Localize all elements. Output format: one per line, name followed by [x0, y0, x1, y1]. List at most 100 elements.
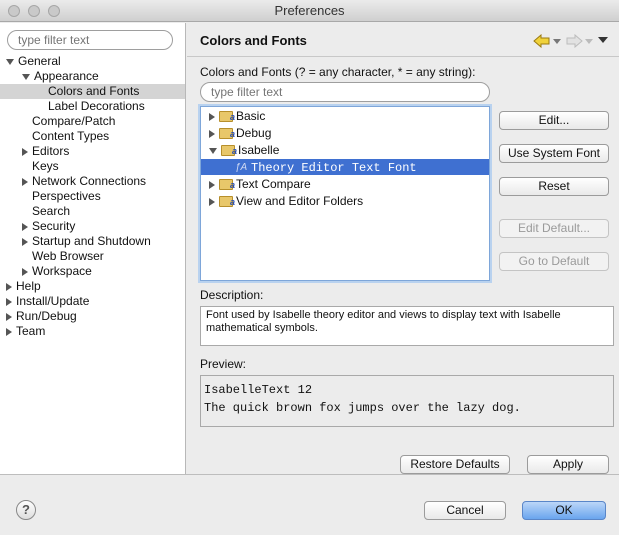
- sidebar-item-label: Run/Debug: [16, 309, 77, 323]
- zoom-window-button[interactable]: [48, 5, 60, 17]
- forward-dropdown-icon[interactable]: [585, 39, 593, 45]
- collapsed-triangle-icon[interactable]: [209, 129, 215, 138]
- font-tree-item-label: View and Editor Folders: [236, 194, 364, 208]
- font-preview: IsabelleText 12 The quick brown fox jump…: [200, 375, 614, 427]
- sidebar-item-compare-patch[interactable]: Compare/Patch: [0, 114, 185, 129]
- view-menu-chevron-down-icon[interactable]: [598, 37, 608, 44]
- sidebar-item-label: Compare/Patch: [32, 114, 116, 128]
- sidebar-filter-input[interactable]: [7, 30, 173, 50]
- font-tree-item-text-compare[interactable]: Text Compare: [201, 176, 489, 193]
- sidebar-item-label: Keys: [32, 159, 59, 173]
- sidebar-item-editors[interactable]: Editors: [0, 144, 185, 159]
- font-tree-item-isabelle[interactable]: Isabelle: [201, 142, 489, 159]
- preview-line: The quick brown fox jumps over the lazy …: [204, 401, 521, 415]
- collapsed-triangle-icon[interactable]: [22, 222, 28, 231]
- sidebar-item-workspace[interactable]: Workspace: [0, 264, 185, 279]
- sidebar-item-web-browser[interactable]: Web Browser: [0, 249, 185, 264]
- window-title: Preferences: [274, 3, 345, 18]
- collapsed-triangle-icon[interactable]: [22, 237, 28, 246]
- title-bar: Preferences: [0, 0, 619, 22]
- apply-button[interactable]: Apply: [527, 455, 609, 474]
- preference-sidebar: GeneralAppearanceColors and FontsLabel D…: [0, 23, 186, 474]
- collapsed-triangle-icon[interactable]: [22, 147, 28, 156]
- font-tree-item-label: Isabelle: [238, 143, 280, 157]
- font-folder-icon: [219, 126, 235, 142]
- font-tree-item-view-and-editor-folders[interactable]: View and Editor Folders: [201, 193, 489, 210]
- forward-arrow-icon[interactable]: [565, 34, 583, 48]
- collapsed-triangle-icon[interactable]: [209, 180, 215, 189]
- font-folder-icon: [221, 143, 237, 159]
- sidebar-item-label: Content Types: [32, 129, 110, 143]
- font-folder-icon: [219, 109, 235, 125]
- sidebar-item-label: Appearance: [34, 69, 99, 83]
- sidebar-item-run-debug[interactable]: Run/Debug: [0, 309, 185, 324]
- expanded-triangle-icon[interactable]: [22, 73, 30, 80]
- sidebar-item-label: Workspace: [32, 264, 92, 278]
- sidebar-item-label: Security: [32, 219, 76, 233]
- sidebar-item-search[interactable]: Search: [0, 204, 185, 219]
- sidebar-item-team[interactable]: Team: [0, 324, 185, 339]
- collapsed-triangle-icon[interactable]: [6, 297, 12, 306]
- sidebar-item-label: Team: [16, 324, 46, 338]
- sidebar-item-label: Perspectives: [32, 189, 101, 203]
- sidebar-item-startup-and-shutdown[interactable]: Startup and Shutdown: [0, 234, 185, 249]
- sidebar-item-label: Label Decorations: [48, 99, 145, 113]
- sidebar-item-security[interactable]: Security: [0, 219, 185, 234]
- collapsed-triangle-icon[interactable]: [22, 267, 28, 276]
- font-filter-label: Colors and Fonts (? = any character, * =…: [200, 65, 476, 79]
- edit-default-button[interactable]: Edit Default...: [499, 219, 609, 238]
- preference-page: Colors and Fonts Colors and Fonts (? = a…: [187, 23, 619, 474]
- font-tree[interactable]: Basic Debug Isabelle ƒATheory Editor Text F…: [200, 106, 490, 281]
- font-tree-item-theory-editor-text-font[interactable]: ƒA Theory Editor Text Font: [201, 159, 489, 175]
- font-tree-item-basic[interactable]: Basic: [201, 108, 489, 125]
- font-folder-icon: [219, 177, 235, 193]
- sidebar-item-install-update[interactable]: Install/Update: [0, 294, 185, 309]
- ok-button[interactable]: OK: [522, 501, 606, 520]
- sidebar-item-help[interactable]: Help: [0, 279, 185, 294]
- sidebar-item-network-connections[interactable]: Network Connections: [0, 174, 185, 189]
- collapsed-triangle-icon[interactable]: [6, 282, 12, 291]
- dialog-footer: ? Cancel OK: [0, 474, 619, 535]
- sidebar-item-general[interactable]: General: [0, 54, 185, 69]
- sidebar-item-label-decorations[interactable]: Label Decorations: [0, 99, 185, 114]
- expanded-triangle-icon[interactable]: [6, 58, 14, 65]
- font-filter-input[interactable]: [200, 82, 490, 102]
- sidebar-item-label: Colors and Fonts: [48, 84, 140, 98]
- collapsed-triangle-icon[interactable]: [22, 177, 28, 186]
- cancel-button[interactable]: Cancel: [424, 501, 506, 520]
- font-icon: ƒA: [235, 161, 248, 173]
- edit-button[interactable]: Edit...: [499, 111, 609, 130]
- sidebar-item-label: Help: [16, 279, 41, 293]
- sidebar-item-keys[interactable]: Keys: [0, 159, 185, 174]
- expanded-triangle-icon[interactable]: [209, 147, 217, 154]
- sidebar-item-label: Editors: [32, 144, 70, 158]
- page-header: Colors and Fonts: [187, 23, 619, 57]
- sidebar-item-appearance[interactable]: Appearance: [0, 69, 185, 84]
- close-window-button[interactable]: [8, 5, 20, 17]
- collapsed-triangle-icon[interactable]: [209, 112, 215, 121]
- back-arrow-icon[interactable]: [533, 34, 551, 48]
- font-tree-item-debug[interactable]: Debug: [201, 125, 489, 142]
- preview-line: IsabelleText 12: [204, 383, 313, 397]
- sidebar-item-label: Network Connections: [32, 174, 147, 188]
- description-text: Font used by Isabelle theory editor and …: [200, 306, 614, 346]
- description-label: Description:: [200, 288, 264, 302]
- font-folder-icon: [219, 194, 235, 210]
- reset-button[interactable]: Reset: [499, 177, 609, 196]
- minimize-window-button[interactable]: [28, 5, 40, 17]
- collapsed-triangle-icon[interactable]: [209, 197, 215, 206]
- back-dropdown-icon[interactable]: [553, 39, 561, 45]
- go-to-default-button[interactable]: Go to Default: [499, 252, 609, 271]
- sidebar-item-content-types[interactable]: Content Types: [0, 129, 185, 144]
- sidebar-item-label: Web Browser: [32, 249, 104, 263]
- restore-defaults-button[interactable]: Restore Defaults: [400, 455, 510, 474]
- sidebar-item-colors-and-fonts[interactable]: Colors and Fonts: [0, 84, 185, 99]
- font-tree-item-label: Text Compare: [236, 177, 311, 191]
- use-system-font-button[interactable]: Use System Font: [499, 144, 609, 163]
- help-icon[interactable]: ?: [16, 500, 36, 520]
- sidebar-item-perspectives[interactable]: Perspectives: [0, 189, 185, 204]
- collapsed-triangle-icon[interactable]: [6, 327, 12, 336]
- sidebar-item-label: Startup and Shutdown: [32, 234, 151, 248]
- page-title: Colors and Fonts: [200, 33, 307, 48]
- collapsed-triangle-icon[interactable]: [6, 312, 12, 321]
